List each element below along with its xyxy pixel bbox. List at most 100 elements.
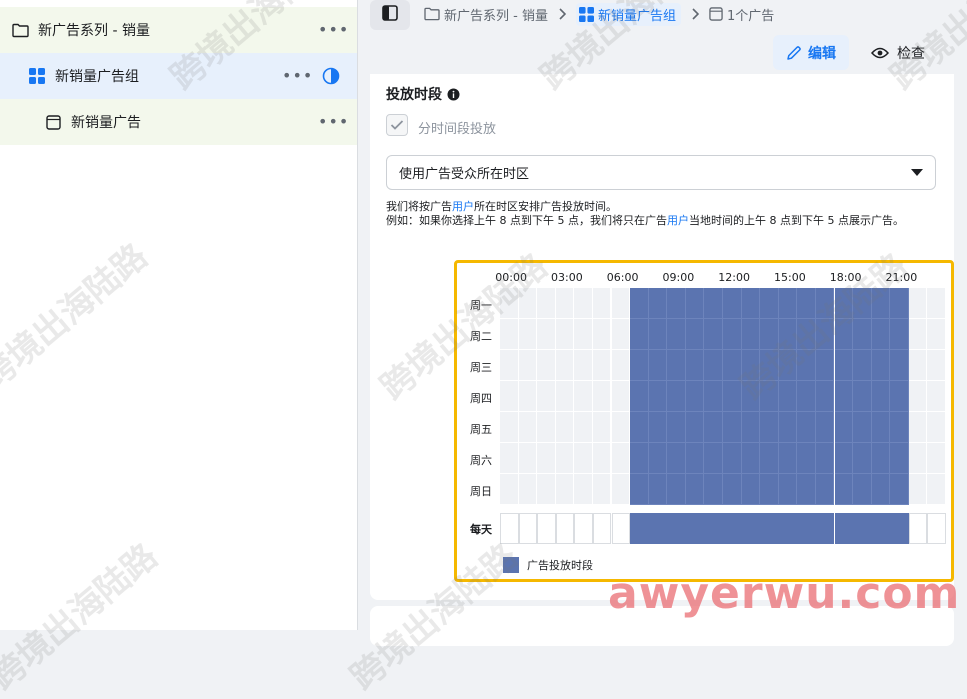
- schedule-cell[interactable]: [518, 288, 538, 319]
- schedule-cell[interactable]: [685, 443, 705, 474]
- schedule-cell[interactable]: [704, 381, 723, 412]
- schedule-cell[interactable]: [648, 288, 668, 319]
- schedule-cell[interactable]: [723, 288, 742, 319]
- schedule-cell[interactable]: [667, 288, 686, 319]
- users-link[interactable]: 用户: [667, 214, 689, 227]
- schedule-cell[interactable]: [871, 443, 891, 474]
- schedule-cell[interactable]: [537, 443, 556, 474]
- schedule-cell[interactable]: [630, 350, 649, 381]
- schedule-cell[interactable]: [797, 381, 816, 412]
- schedule-cell[interactable]: [815, 350, 835, 381]
- edit-button[interactable]: 编辑: [773, 35, 849, 70]
- schedule-cell[interactable]: [555, 319, 575, 350]
- schedule-cell[interactable]: [667, 443, 686, 474]
- schedule-cell[interactable]: [741, 474, 761, 505]
- every-day-cell[interactable]: [518, 513, 538, 544]
- schedule-cell[interactable]: [871, 288, 891, 319]
- schedule-cell[interactable]: [927, 288, 946, 319]
- schedule-cell[interactable]: [741, 412, 761, 443]
- schedule-cell[interactable]: [815, 412, 835, 443]
- schedule-cell[interactable]: [815, 381, 835, 412]
- schedule-cell[interactable]: [890, 288, 909, 319]
- schedule-cell[interactable]: [815, 443, 835, 474]
- every-day-cell[interactable]: [592, 513, 612, 544]
- schedule-cell[interactable]: [741, 288, 761, 319]
- schedule-cell[interactable]: [927, 412, 946, 443]
- timezone-select[interactable]: 使用广告受众所在时区: [386, 155, 936, 190]
- more-options-icon[interactable]: •••: [318, 114, 349, 130]
- schedule-cell[interactable]: [778, 350, 798, 381]
- schedule-cell[interactable]: [704, 288, 723, 319]
- schedule-cell[interactable]: [890, 412, 909, 443]
- schedule-cell[interactable]: [667, 350, 686, 381]
- schedule-cell[interactable]: [815, 474, 835, 505]
- schedule-cell[interactable]: [723, 474, 742, 505]
- schedule-cell[interactable]: [871, 319, 891, 350]
- schedule-cell[interactable]: [555, 350, 575, 381]
- every-day-cell[interactable]: [815, 513, 835, 544]
- schedule-cell[interactable]: [500, 412, 519, 443]
- every-day-cell[interactable]: [611, 513, 631, 544]
- schedule-cell[interactable]: [853, 412, 872, 443]
- schedule-cell[interactable]: [871, 350, 891, 381]
- schedule-cell[interactable]: [518, 350, 538, 381]
- schedule-cell[interactable]: [778, 288, 798, 319]
- schedule-cell[interactable]: [704, 412, 723, 443]
- schedule-cell[interactable]: [574, 412, 593, 443]
- schedule-cell[interactable]: [592, 350, 612, 381]
- schedule-cell[interactable]: [611, 443, 631, 474]
- schedule-checkbox[interactable]: [386, 114, 408, 136]
- schedule-cell[interactable]: [648, 350, 668, 381]
- schedule-cell[interactable]: [890, 381, 909, 412]
- schedule-cell[interactable]: [834, 443, 854, 474]
- schedule-cell[interactable]: [648, 443, 668, 474]
- schedule-cell[interactable]: [500, 381, 519, 412]
- schedule-cell[interactable]: [685, 288, 705, 319]
- schedule-cell[interactable]: [741, 350, 761, 381]
- breadcrumb-ads[interactable]: 1个广告: [709, 5, 774, 24]
- schedule-cell[interactable]: [890, 319, 909, 350]
- schedule-cell[interactable]: [927, 350, 946, 381]
- schedule-cell[interactable]: [871, 474, 891, 505]
- schedule-cell[interactable]: [834, 319, 854, 350]
- schedule-cell[interactable]: [518, 381, 538, 412]
- schedule-cell[interactable]: [890, 350, 909, 381]
- schedule-cell[interactable]: [778, 443, 798, 474]
- schedule-cell[interactable]: [537, 381, 556, 412]
- every-day-cell[interactable]: [555, 513, 575, 544]
- schedule-cell[interactable]: [723, 319, 742, 350]
- schedule-cell[interactable]: [760, 350, 779, 381]
- schedule-cell[interactable]: [500, 443, 519, 474]
- schedule-cell[interactable]: [667, 474, 686, 505]
- schedule-cell[interactable]: [853, 474, 872, 505]
- schedule-cell[interactable]: [741, 319, 761, 350]
- schedule-cell[interactable]: [537, 412, 556, 443]
- schedule-cell[interactable]: [704, 350, 723, 381]
- every-day-cell[interactable]: [704, 513, 723, 544]
- schedule-cell[interactable]: [685, 350, 705, 381]
- schedule-cell[interactable]: [723, 350, 742, 381]
- schedule-cell[interactable]: [592, 319, 612, 350]
- schedule-cell[interactable]: [537, 350, 556, 381]
- schedule-cell[interactable]: [611, 350, 631, 381]
- schedule-cell[interactable]: [611, 381, 631, 412]
- schedule-cell[interactable]: [834, 381, 854, 412]
- schedule-cell[interactable]: [630, 474, 649, 505]
- schedule-cell[interactable]: [630, 443, 649, 474]
- schedule-cell[interactable]: [555, 443, 575, 474]
- schedule-cell[interactable]: [500, 319, 519, 350]
- schedule-cell[interactable]: [834, 350, 854, 381]
- every-day-cell[interactable]: [760, 513, 779, 544]
- schedule-cell[interactable]: [537, 288, 556, 319]
- schedule-cell[interactable]: [760, 412, 779, 443]
- schedule-cell[interactable]: [574, 381, 593, 412]
- schedule-cell[interactable]: [518, 319, 538, 350]
- schedule-cell[interactable]: [574, 350, 593, 381]
- schedule-cell[interactable]: [518, 412, 538, 443]
- schedule-cell[interactable]: [630, 381, 649, 412]
- schedule-cell[interactable]: [723, 381, 742, 412]
- schedule-cell[interactable]: [592, 288, 612, 319]
- schedule-cell[interactable]: [797, 474, 816, 505]
- more-options-icon[interactable]: •••: [318, 22, 349, 38]
- schedule-cell[interactable]: [927, 443, 946, 474]
